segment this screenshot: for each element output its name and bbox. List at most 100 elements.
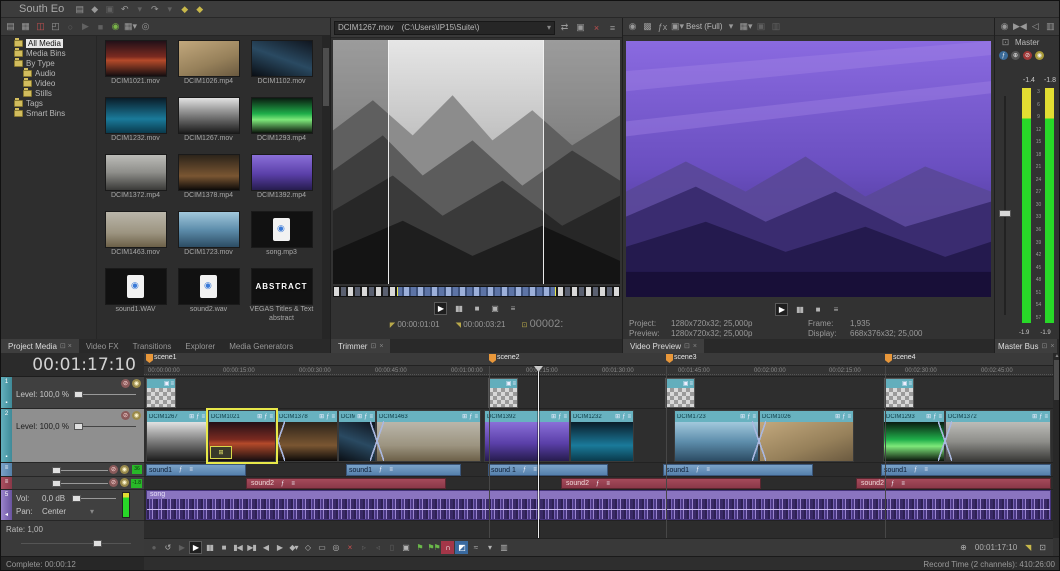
capture-video-icon[interactable]: ◰ xyxy=(49,21,62,33)
title-clip-header[interactable]: ▣ ≡ xyxy=(885,379,913,388)
audio-clip-sound1[interactable]: sound1 ƒ ≡ xyxy=(881,464,1051,476)
loop-playback-icon[interactable]: ↺ xyxy=(161,541,174,554)
media-item[interactable]: DCIM1293.mp4 xyxy=(245,97,318,154)
title-clip[interactable]: ▣ ≡ xyxy=(146,378,176,408)
track-header-5[interactable]: 5 ◂ Vol: 0,0 dB Pan: Center ▾ xyxy=(1,490,144,521)
video-fx-icon[interactable]: ƒx xyxy=(656,21,669,33)
video-clip-header[interactable]: DCIM1232 ⊞ ƒ ≡ xyxy=(571,411,633,422)
timeline-marker[interactable]: scene4 xyxy=(885,354,916,365)
audio-clip-sound1[interactable]: sound 1 ƒ ≡ xyxy=(488,464,608,476)
video-clip[interactable]: DCIM1267 ⊞ ƒ ≡ xyxy=(146,410,208,462)
trim-out-line[interactable] xyxy=(542,40,544,284)
tree-item[interactable]: Media Bins xyxy=(1,47,96,58)
generated-media-icon[interactable]: ▣ xyxy=(506,380,512,387)
insert-fx-icon[interactable]: ƒ xyxy=(999,51,1008,60)
slider-handle[interactable] xyxy=(52,480,61,487)
track-1-solo-icon[interactable]: ◉ xyxy=(132,379,141,388)
panel-tab[interactable]: Video FX xyxy=(79,339,126,353)
title-clip-body[interactable] xyxy=(147,388,175,407)
lock-icon[interactable]: ▣ xyxy=(399,541,412,554)
tree-item[interactable]: Stills xyxy=(1,87,96,98)
event-fx-icon[interactable]: ƒ xyxy=(622,414,625,420)
event-menu-icon[interactable]: ≡ xyxy=(924,467,928,473)
video-clip[interactable]: DCIM1378 ⊞ ƒ ≡ xyxy=(276,410,338,462)
event-fx-icon[interactable]: ƒ xyxy=(326,414,329,420)
auto-ripple-icon[interactable]: ≈ xyxy=(469,541,482,554)
tree-item[interactable]: Tags xyxy=(1,97,96,108)
insert-region-icon[interactable]: ⚑⚑ xyxy=(427,541,440,554)
audio-clip-sound2[interactable]: sound2 ƒ ≡ xyxy=(246,478,446,489)
play-from-start-icon[interactable]: ▶ xyxy=(175,541,188,554)
rate-control-row[interactable]: Rate: 1,00 xyxy=(1,521,144,556)
video-clip-thumbnail[interactable] xyxy=(277,422,337,461)
brush-b-icon[interactable]: ◆ xyxy=(193,3,206,15)
play-icon[interactable]: ▶ xyxy=(189,541,202,554)
project-properties-icon[interactable]: ◉ xyxy=(626,21,639,33)
trimmer-menu-icon[interactable]: ≡ xyxy=(606,22,619,34)
rate-slider[interactable] xyxy=(21,540,131,547)
event-fx-icon[interactable]: ƒ xyxy=(596,481,599,487)
preview-stop-icon[interactable]: ■ xyxy=(811,303,824,316)
video-clip[interactable]: DCIM1293 ⊞ ƒ ≡ xyxy=(883,410,945,462)
track-2-solo-icon[interactable]: ◉ xyxy=(132,411,141,420)
title-clip[interactable]: ▣ ≡ xyxy=(884,378,914,408)
event-menu-icon[interactable]: ≡ xyxy=(189,467,193,473)
tree-item[interactable]: Smart Bins xyxy=(1,107,96,118)
event-menu-icon[interactable]: ≡ xyxy=(170,381,174,387)
video-clip-header[interactable]: DCIM1021 ⊞ ƒ ≡ xyxy=(209,411,275,422)
video-clip[interactable]: DCIM1232 ⊞ ƒ ≡ xyxy=(570,410,634,462)
tree-item[interactable]: All Media xyxy=(1,37,96,48)
event-fx-icon[interactable]: ƒ xyxy=(469,414,472,420)
event-fx-icon[interactable]: ƒ xyxy=(523,467,526,473)
video-clip-thumbnail[interactable] xyxy=(760,422,853,461)
group-ignore-icon[interactable]: ▾ xyxy=(483,541,496,554)
panel-tab[interactable]: Media Generators xyxy=(222,339,300,353)
selected-event-tool-badge[interactable]: ⊞ xyxy=(210,446,232,459)
fx-bypass-icon[interactable]: ⊕ xyxy=(1011,51,1020,60)
track-3-solo-icon[interactable]: ◉ xyxy=(120,465,129,474)
media-item[interactable]: DCIM1463.mov xyxy=(99,211,172,268)
event-menu-icon[interactable]: ≡ xyxy=(689,381,693,387)
event-menu-icon[interactable]: ≡ xyxy=(752,414,756,420)
trimmer-video-display[interactable] xyxy=(333,40,620,284)
views-dropdown-icon[interactable]: ▦▾ xyxy=(124,21,137,33)
audio-clip-sound1[interactable]: sound1 ƒ ≡ xyxy=(346,464,461,476)
generated-media-icon[interactable]: ▣ xyxy=(164,380,170,387)
track-5-lane[interactable]: song xyxy=(144,490,1053,521)
meter-options-icon[interactable]: ▥ xyxy=(1044,21,1057,33)
dim-output-icon[interactable]: ◁ xyxy=(1029,21,1042,33)
pan-chevron-icon[interactable]: ▾ xyxy=(90,507,94,516)
generated-media-icon[interactable]: ▣ xyxy=(902,380,908,387)
media-item[interactable]: sound1.WAV xyxy=(99,268,172,325)
loop-region-icon[interactable]: ⊡ xyxy=(1039,543,1046,552)
downmix-icon[interactable]: ▶◀ xyxy=(1013,21,1027,33)
track-4-vol-slider[interactable] xyxy=(52,480,108,487)
pan-crop-icon[interactable]: ⊞ xyxy=(357,413,362,420)
event-menu-icon[interactable]: ≡ xyxy=(512,381,516,387)
split-screen-icon[interactable]: ▩ xyxy=(641,21,654,33)
pause-icon[interactable]: ▮▮ xyxy=(203,541,216,554)
pan-crop-icon[interactable]: ⊞ xyxy=(1032,413,1037,420)
event-fx-icon[interactable]: ƒ xyxy=(379,467,382,473)
selection-tool-icon[interactable]: ▭ xyxy=(315,541,328,554)
vol-value[interactable]: 0,0 dB xyxy=(42,494,65,503)
tree-item[interactable]: Audio xyxy=(1,67,96,78)
preview-mode-icon[interactable]: ▣▾ xyxy=(671,21,684,33)
event-menu-icon[interactable]: ≡ xyxy=(563,414,567,420)
track-4-lane[interactable]: sound2 ƒ ≡ sound2 ƒ ≡ sound2 ƒ ≡ xyxy=(144,477,1053,490)
event-fx-icon[interactable]: ƒ xyxy=(696,467,699,473)
tab-trimmer[interactable]: Trimmer ⊡ × xyxy=(331,339,391,353)
pan-crop-icon[interactable]: ⊞ xyxy=(257,413,262,420)
video-clip-thumbnail[interactable] xyxy=(377,422,480,461)
timeline-body[interactable]: scene1 scene2 scene3 scene4 00:00:00:00 … xyxy=(144,353,1053,538)
track-4-solo-icon[interactable]: ◉ xyxy=(120,478,129,487)
video-clip[interactable]: DCIM1372 ⊞ ƒ ≡ xyxy=(945,410,1051,462)
video-clip-thumbnail[interactable] xyxy=(485,422,569,461)
edit-tool-icon[interactable]: ◆▾ xyxy=(287,541,300,554)
media-item[interactable]: sound2.wav xyxy=(172,268,245,325)
timeline-marker[interactable]: scene2 xyxy=(489,354,520,365)
title-clip-header[interactable]: ▣ ≡ xyxy=(489,379,517,388)
event-fx-icon[interactable]: ƒ xyxy=(1039,414,1042,420)
close-icon[interactable]: × xyxy=(1050,343,1054,350)
automation-icon[interactable]: ◉ xyxy=(998,21,1011,33)
